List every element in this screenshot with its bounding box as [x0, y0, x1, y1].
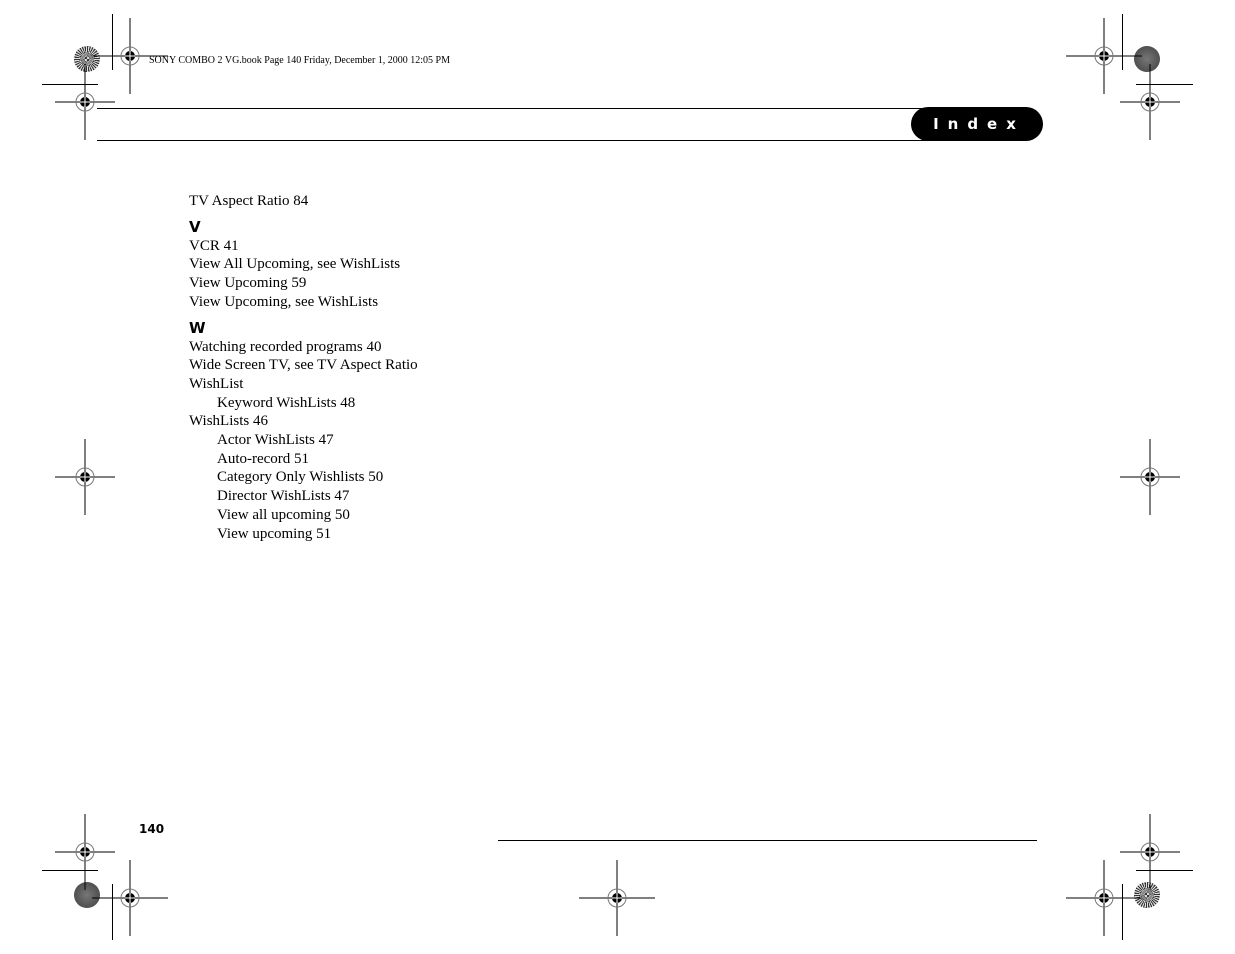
- index-subentry: Auto-record 51: [217, 450, 310, 467]
- index-subentry: Actor WishLists 47: [217, 432, 334, 449]
- index-subentry: Director WishLists 47: [217, 488, 350, 505]
- index-entry: View Upcoming, see WishLists: [189, 293, 379, 310]
- index-subentry: View all upcoming 50: [217, 506, 350, 523]
- index-entry: Watching recorded programs 40: [189, 338, 382, 355]
- index-entry: View All Upcoming, see WishLists: [189, 256, 401, 273]
- index-entry: WishLists 46: [189, 413, 268, 430]
- header-rule-bottom: [97, 140, 937, 141]
- index-entry: View Upcoming 59: [189, 275, 307, 292]
- index-entry: WishList: [189, 375, 244, 392]
- print-slug-line: SONY COMBO 2 VG.book Page 140 Friday, De…: [149, 55, 451, 66]
- index-lead-group: TV Aspect Ratio 84: [189, 192, 418, 211]
- header-rule-top: [97, 108, 937, 109]
- index-letter-heading: W: [189, 318, 206, 337]
- index-entry: Wide Screen TV, see TV Aspect Ratio: [189, 357, 418, 374]
- index-entry: TV Aspect Ratio 84: [189, 193, 309, 209]
- index-subentry: Category Only Wishlists 50: [217, 469, 384, 486]
- index-subentry: Keyword WishLists 48: [217, 394, 356, 411]
- index-sections: V VCR 41 View All Upcoming, see WishLists V…: [189, 218, 418, 544]
- page-number: 140: [139, 822, 165, 836]
- index-entry: VCR 41: [189, 237, 239, 254]
- footer-rule: [498, 840, 1037, 841]
- index-entries: TV Aspect Ratio 84 V VCR 41 View All Upcom…: [189, 192, 418, 543]
- index-letter-heading: V: [189, 217, 201, 236]
- index-subentry: View upcoming 51: [217, 525, 332, 542]
- section-tab-index: Index: [911, 107, 1043, 141]
